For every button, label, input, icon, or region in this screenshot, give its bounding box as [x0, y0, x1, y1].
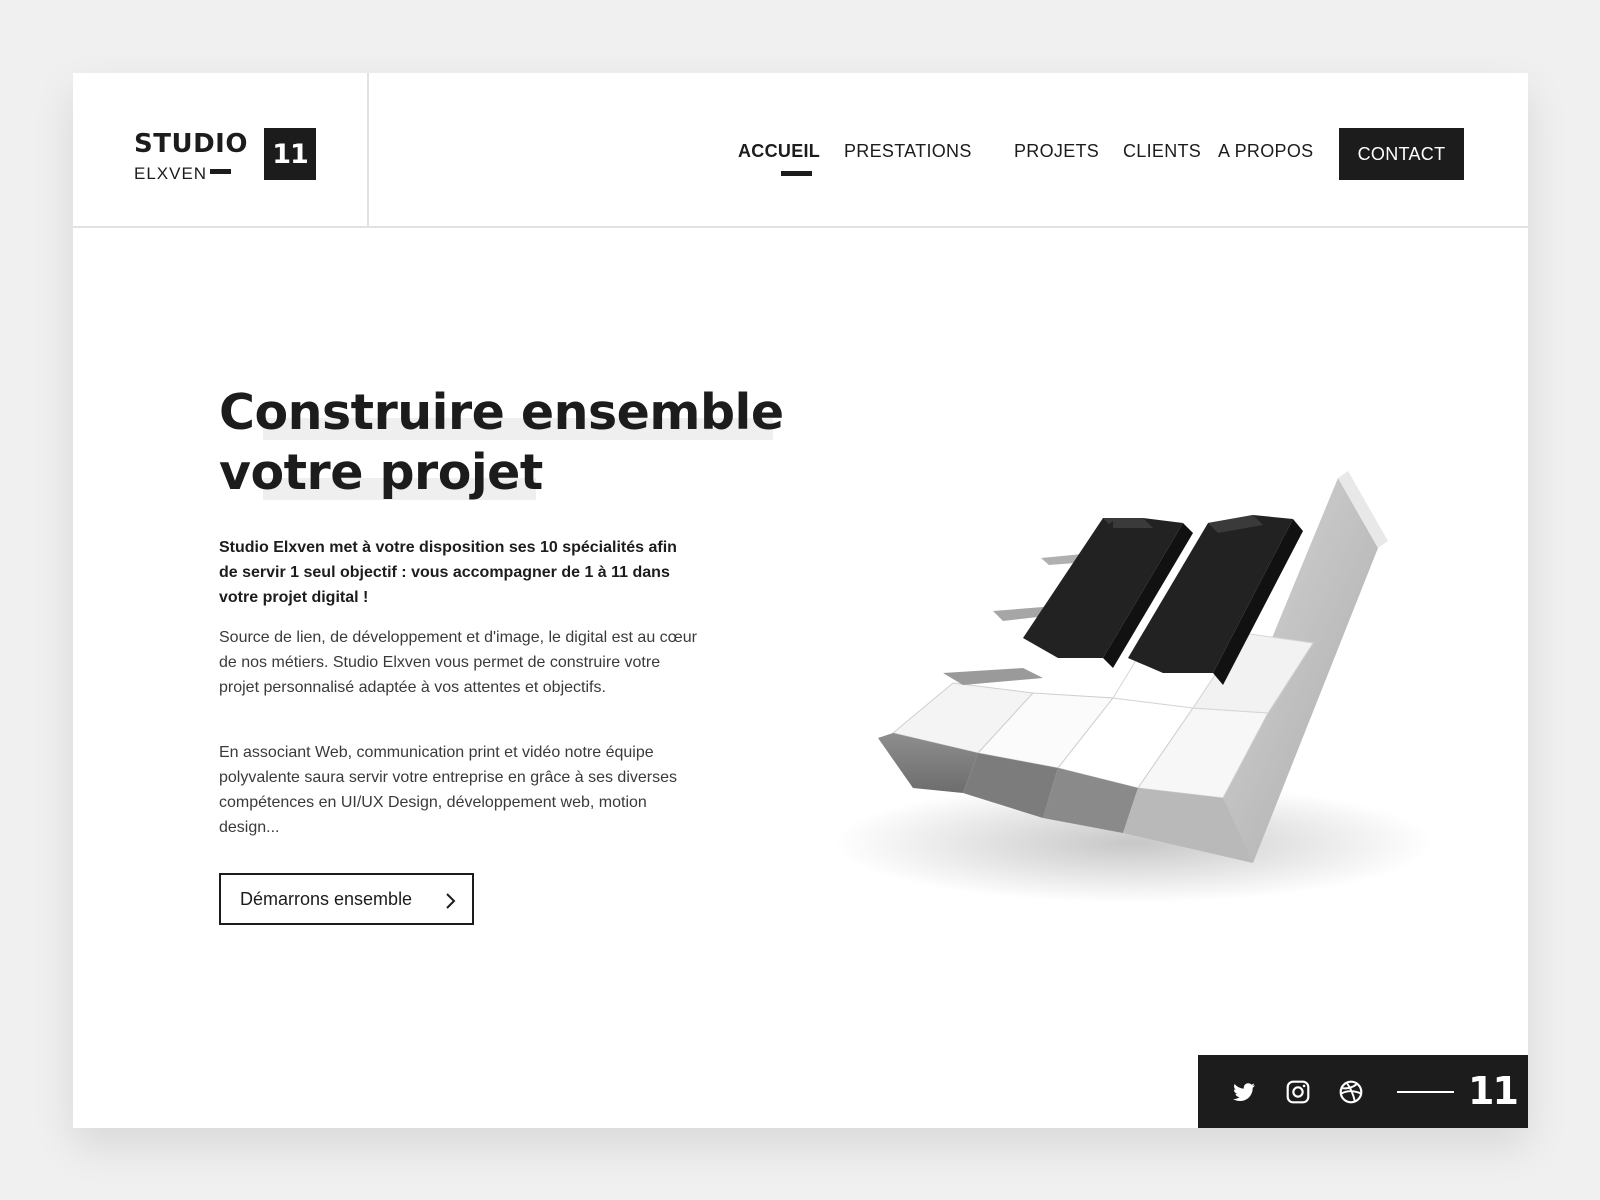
piano-keys-11-illustration [833, 471, 1433, 903]
hero-title-line: votre projet [219, 444, 543, 501]
cta-label: Démarrons ensemble [240, 888, 413, 909]
nav-item-a-propos[interactable]: A PROPOS [1218, 141, 1313, 161]
hero-paragraph: Source de lien, de développement et d'im… [219, 629, 697, 696]
divider-line [1397, 1091, 1454, 1093]
dribbble-icon[interactable] [1338, 1079, 1364, 1105]
nav-item-projets[interactable]: PROJETS [1014, 141, 1099, 161]
twitter-icon[interactable] [1231, 1079, 1257, 1105]
social-bar: 11 [1198, 1055, 1528, 1128]
nav-item-accueil[interactable]: ACCUEIL [738, 141, 820, 161]
nav-item-prestations[interactable]: PRESTATIONS [844, 141, 972, 161]
chevron-right-icon [446, 893, 456, 909]
site-header: STUDIO ELXVEN 11 ACCUEIL PRESTATIONS PRO… [73, 73, 1528, 228]
footer-number: 11 [1468, 1069, 1519, 1113]
main-nav: ACCUEIL PRESTATIONS PROJETS CLIENTS A PR… [73, 73, 1528, 226]
page-card: STUDIO ELXVEN 11 ACCUEIL PRESTATIONS PRO… [73, 73, 1528, 1128]
contact-button[interactable]: CONTACT [1339, 128, 1464, 180]
hero-lead: Studio Elxven met à votre disposition se… [219, 539, 677, 606]
nav-active-indicator [781, 171, 812, 176]
instagram-icon[interactable] [1285, 1079, 1311, 1105]
nav-item-clients[interactable]: CLIENTS [1123, 141, 1201, 161]
hero-title-line: Construire ensemble [219, 384, 784, 441]
cta-button[interactable]: Démarrons ensemble [219, 873, 474, 925]
hero-title: Construire ensemble votre projet [219, 383, 839, 503]
hero-paragraph: En associant Web, communication print et… [219, 744, 677, 836]
